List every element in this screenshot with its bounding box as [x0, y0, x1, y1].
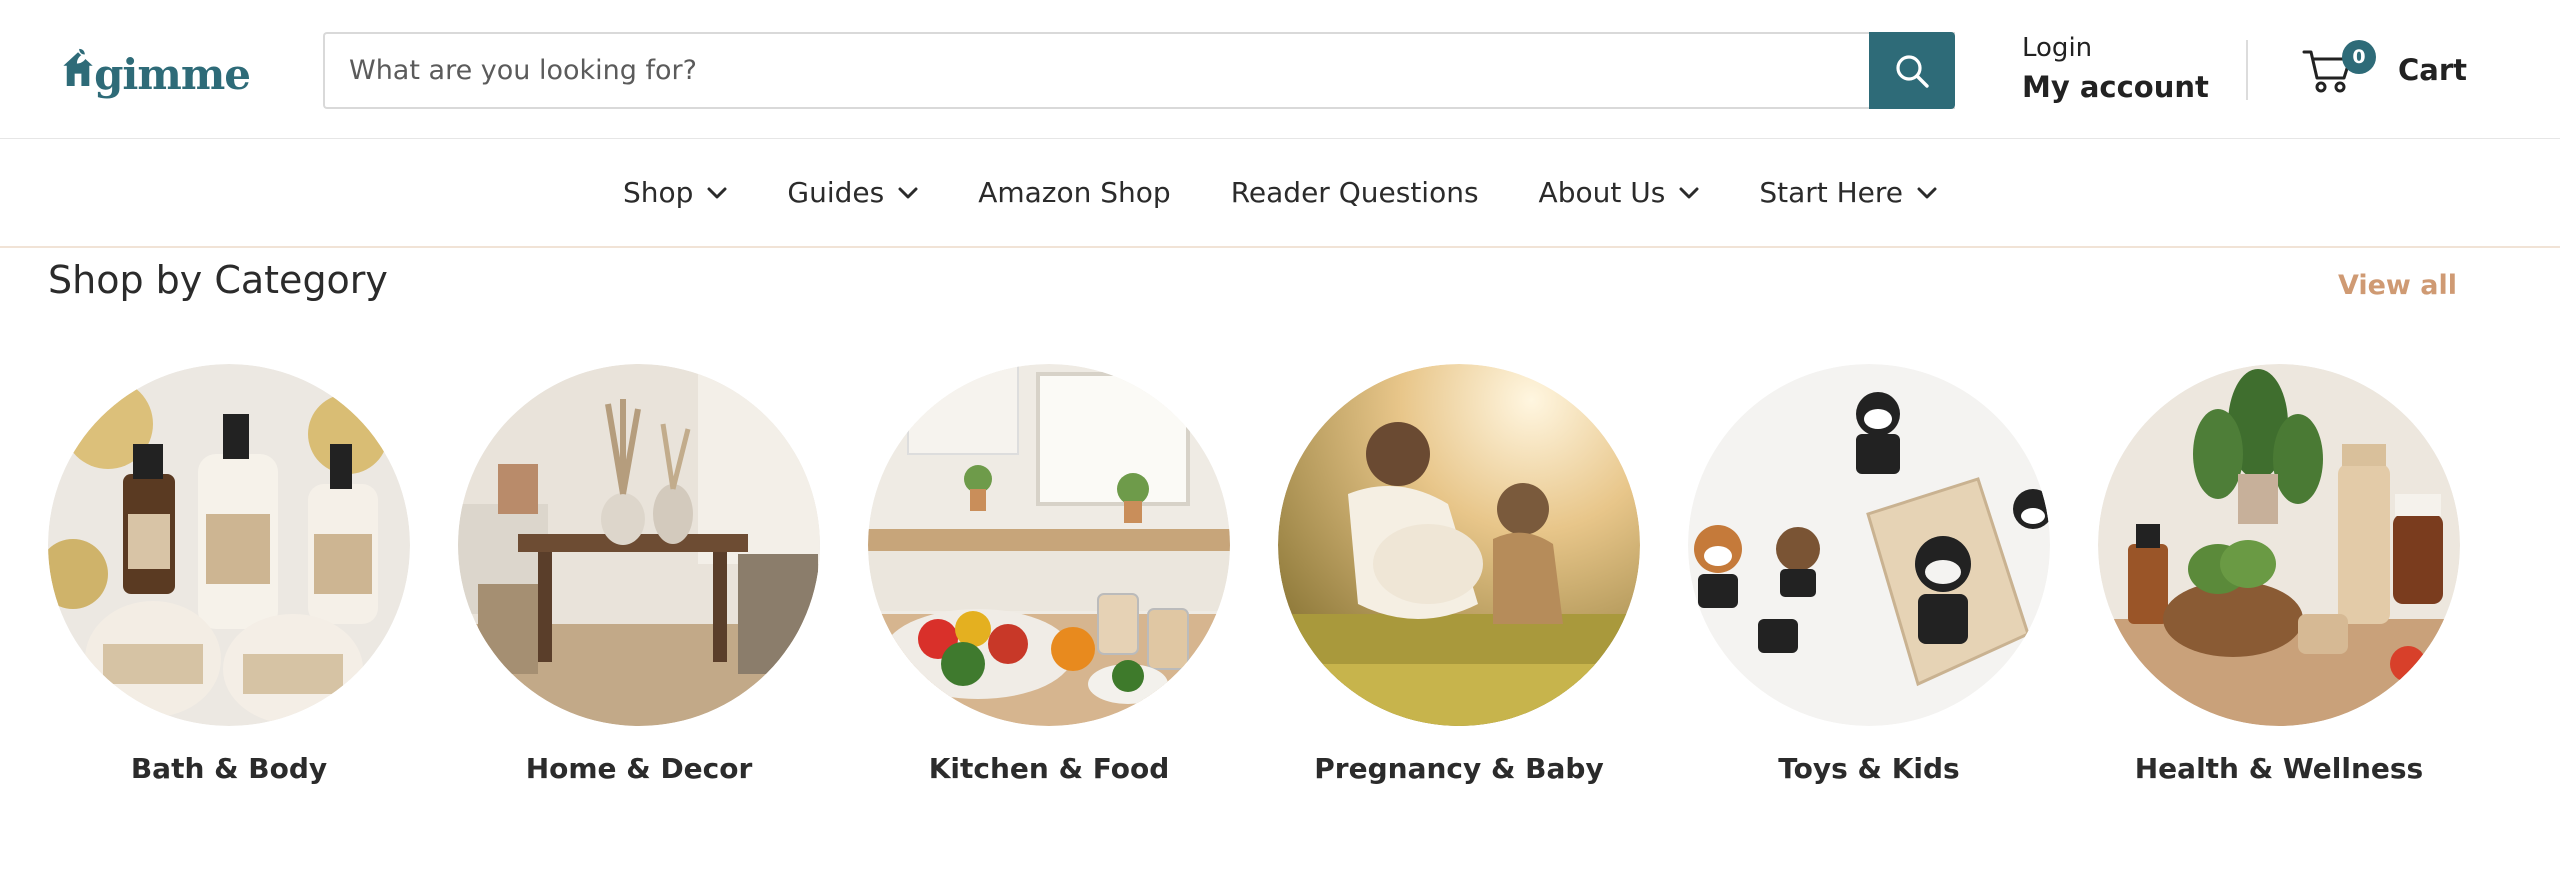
section-title: Shop by Category	[48, 258, 388, 302]
logo-wordmark: gimme	[94, 50, 251, 99]
nav-item-label: Amazon Shop	[978, 176, 1171, 209]
house-leaf-icon	[63, 48, 93, 87]
nav-item-reader-questions[interactable]: Reader Questions	[1231, 176, 1479, 209]
nav-item-guides[interactable]: Guides	[787, 176, 918, 209]
category-label: Toys & Kids	[1778, 752, 1960, 785]
header-divider	[2246, 40, 2248, 100]
category-image-pregnancy-baby	[1278, 364, 1640, 726]
category-image-home-decor	[458, 364, 820, 726]
main-nav: Shop Guides Amazon Shop Reader Questions…	[0, 139, 2560, 248]
category-image-health-wellness	[2098, 364, 2460, 726]
category-image-kitchen-food	[868, 364, 1230, 726]
nav-item-label: Start Here	[1759, 176, 1904, 209]
cart-label: Cart	[2398, 53, 2468, 87]
site-logo[interactable]: gimme	[60, 26, 251, 106]
cart-icon-wrapper: 0	[2302, 40, 2376, 96]
category-label: Home & Decor	[525, 752, 753, 785]
nav-item-start-here[interactable]: Start Here	[1759, 176, 1937, 209]
my-account-link[interactable]: My account	[2022, 66, 2242, 108]
category-home-decor[interactable]: Home & Decor	[458, 364, 820, 785]
nav-item-label: Guides	[787, 176, 885, 209]
category-label: Bath & Body	[130, 752, 328, 785]
nav-item-label: Reader Questions	[1230, 176, 1479, 209]
cart-button[interactable]: 0 Cart	[2302, 38, 2467, 102]
cart-count-badge: 0	[2342, 40, 2376, 74]
account-links: Login My account	[2022, 30, 2242, 108]
category-image-bath-body	[48, 364, 410, 726]
nav-item-label: Shop	[622, 176, 694, 209]
category-label: Health & Wellness	[2134, 752, 2424, 785]
login-link[interactable]: Login	[2022, 30, 2242, 66]
nav-item-amazon-shop[interactable]: Amazon Shop	[978, 176, 1171, 209]
category-toys-kids[interactable]: Toys & Kids	[1688, 364, 2050, 785]
category-bath-body[interactable]: Bath & Body	[48, 364, 410, 785]
nav-item-label: About Us	[1538, 176, 1666, 209]
nav-item-about-us[interactable]: About Us	[1539, 176, 1700, 209]
site-header: gimme Login My account 0 Cart	[0, 0, 2560, 139]
search-input[interactable]	[349, 55, 1955, 86]
chevron-down-icon	[1679, 187, 1699, 198]
chevron-down-icon	[1917, 187, 1937, 198]
search-button[interactable]	[1869, 32, 1955, 109]
category-kitchen-food[interactable]: Kitchen & Food	[868, 364, 1230, 785]
nav-item-shop[interactable]: Shop	[623, 176, 727, 209]
category-pregnancy-baby[interactable]: Pregnancy & Baby	[1278, 364, 1640, 785]
view-all-link[interactable]: View all	[2338, 270, 2457, 301]
category-image-toys-kids	[1688, 364, 2050, 726]
search-icon	[1896, 54, 1929, 88]
category-health-wellness[interactable]: Health & Wellness	[2098, 364, 2460, 785]
category-label: Kitchen & Food	[928, 752, 1170, 785]
chevron-down-icon	[898, 187, 918, 198]
category-label: Pregnancy & Baby	[1314, 752, 1604, 785]
category-list: Bath & Body Home & Decor Kitchen & Food …	[48, 364, 2508, 794]
search-bar	[323, 32, 1955, 109]
chevron-down-icon	[707, 187, 727, 198]
